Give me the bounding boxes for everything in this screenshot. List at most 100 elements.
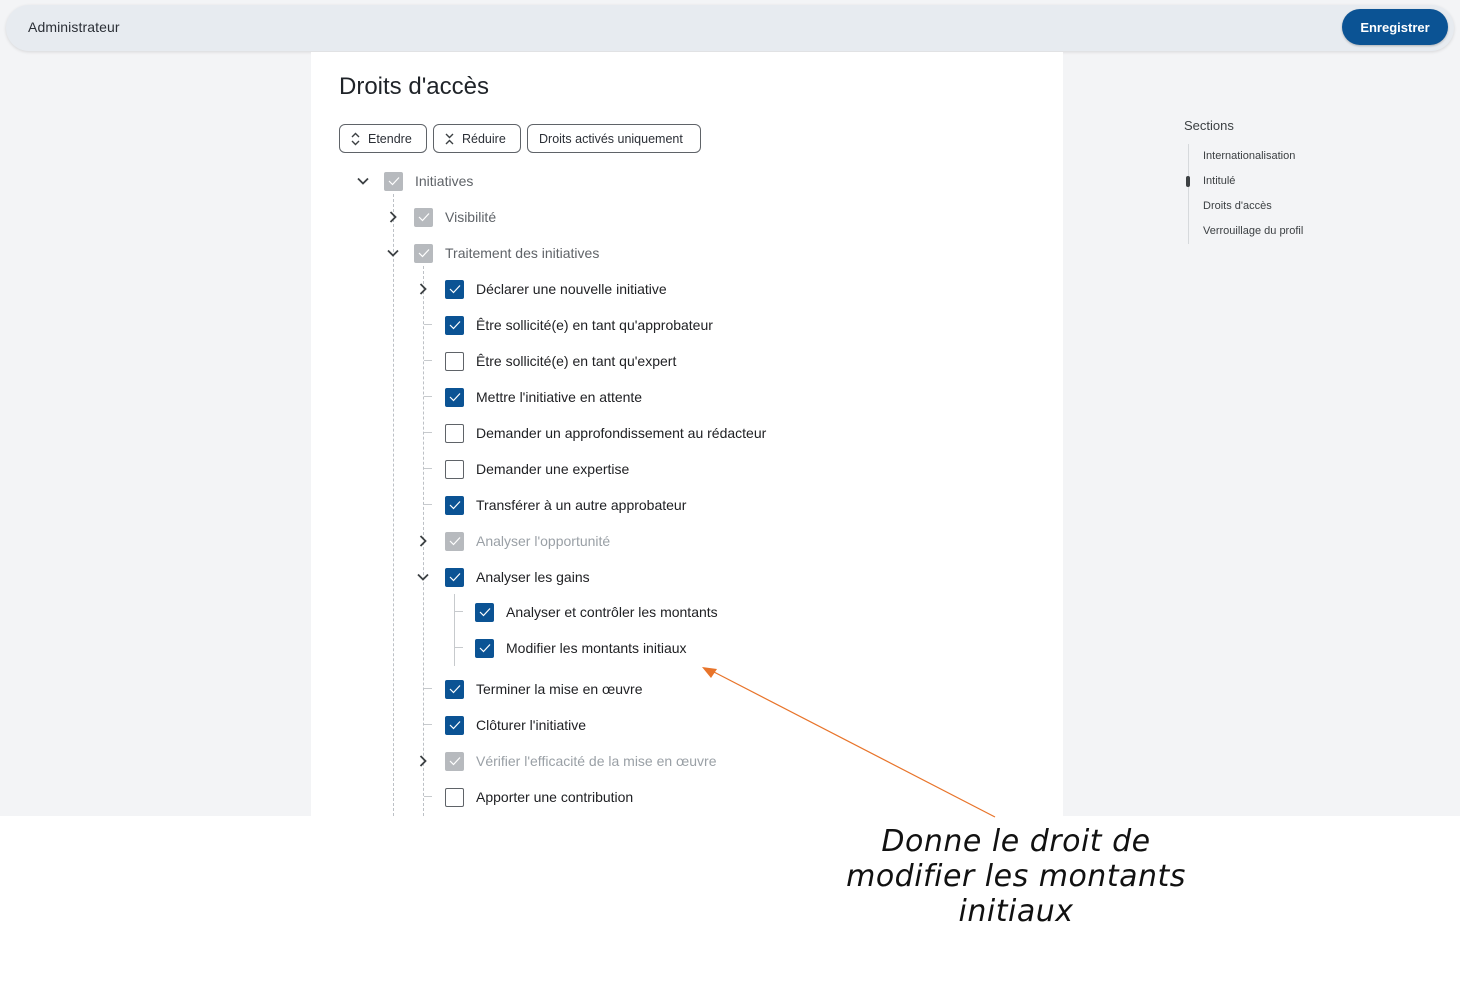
collapse-button[interactable]: Réduire — [433, 124, 521, 153]
tree-item-label: Initiatives — [415, 173, 474, 189]
tree-item: Analyser l'opportunité — [445, 529, 610, 553]
tree-item-checkbox[interactable] — [414, 243, 433, 263]
tree-item-checkbox[interactable] — [414, 207, 433, 227]
tree-item: Demander une expertise — [445, 457, 629, 481]
tree-item-label: Analyser les gains — [476, 569, 590, 585]
tree-item-label: Déclarer une nouvelle initiative — [476, 281, 667, 297]
check-icon — [418, 213, 429, 222]
tree-item-label: Analyser et contrôler les montants — [506, 604, 718, 620]
tree-item-label: Transférer à un autre approbateur — [476, 497, 687, 513]
chevron-right-icon[interactable] — [416, 534, 430, 548]
chevron-down-icon[interactable] — [386, 246, 400, 260]
tree-tick — [424, 688, 432, 689]
annotation-line-1: Donne le droit de — [881, 824, 1151, 859]
collapse-label: Réduire — [462, 131, 506, 146]
tree-item-checkbox[interactable] — [384, 171, 403, 191]
tree-item: Traitement des initiatives — [414, 241, 599, 265]
tree-item: Analyser les gains — [445, 565, 590, 589]
tree-item: Apporter une contribution — [445, 785, 633, 809]
expand-label: Etendre — [368, 131, 412, 146]
tree-item-checkbox[interactable] — [475, 638, 494, 658]
tree-item: Terminer la mise en œuvre — [445, 677, 643, 701]
tree-tick — [424, 724, 432, 725]
chevron-down-icon[interactable] — [416, 570, 430, 584]
check-icon — [388, 177, 399, 186]
tree-item: Clôturer l'initiative — [445, 713, 586, 737]
tree-item-label: Demander une expertise — [476, 461, 630, 477]
chevron-down-icon[interactable] — [356, 174, 370, 188]
tree-item-checkbox[interactable] — [445, 315, 464, 335]
tree-item-label: Clôturer l'initiative — [476, 717, 587, 733]
tree-item-label: Vérifier l'efficacité de la mise en œuvr… — [476, 753, 717, 769]
check-icon — [449, 285, 460, 294]
top-bar: Administrateur Enregistrer — [6, 5, 1454, 51]
annotation-line-2: modifier les montants — [846, 859, 1186, 894]
tree-item-label: Terminer la mise en œuvre — [476, 681, 643, 697]
tree-item: Initiatives — [384, 169, 473, 193]
tree-item-label: Mettre l'initiative en attente — [476, 389, 643, 405]
check-icon — [479, 608, 490, 617]
collapse-icon — [445, 133, 454, 144]
sections-heading: Sections — [1184, 118, 1234, 133]
sections-active-indicator — [1186, 176, 1190, 187]
active-rights-only-button[interactable]: Droits activés uniquement — [527, 124, 701, 153]
chevron-right-icon[interactable] — [386, 210, 400, 224]
section-link-intitule[interactable]: Intitulé — [1203, 175, 1235, 187]
tree-item-label: Être sollicité(e) en tant qu'expert — [476, 353, 677, 369]
tree-item-checkbox[interactable] — [445, 279, 464, 299]
tree-item-checkbox[interactable] — [445, 423, 464, 443]
tree-item-checkbox[interactable] — [445, 679, 464, 699]
expand-icon — [351, 132, 360, 145]
page-title: Droits d'accès — [339, 73, 489, 100]
annotation-line-3: initiaux — [958, 894, 1074, 929]
tree-item-checkbox[interactable] — [445, 387, 464, 407]
check-icon — [449, 721, 460, 730]
tree-item-checkbox[interactable] — [445, 715, 464, 735]
tree-tick — [424, 504, 432, 505]
tree-item-checkbox[interactable] — [445, 459, 464, 479]
tree-item-checkbox[interactable] — [445, 787, 464, 807]
tree-tick — [455, 611, 463, 612]
tree-item: Demander un approfondissement au rédacte… — [445, 421, 766, 445]
tree-item: Transférer à un autre approbateur — [445, 493, 686, 517]
chevron-right-icon[interactable] — [416, 282, 430, 296]
check-icon — [479, 644, 490, 653]
tree-item-checkbox[interactable] — [445, 351, 464, 371]
check-icon — [449, 501, 460, 510]
save-button[interactable]: Enregistrer — [1342, 9, 1448, 45]
annotation-text: Donne le droit de modifier les montants … — [836, 824, 1196, 929]
tree-item: Être sollicité(e) en tant qu'expert — [445, 349, 676, 373]
tree-item: Visibilité — [414, 205, 496, 229]
tree-tick — [424, 396, 432, 397]
tree-tick — [424, 324, 432, 325]
tree-item-checkbox[interactable] — [475, 602, 494, 622]
sections-rail — [1188, 144, 1189, 244]
check-icon — [418, 249, 429, 258]
active-rights-only-label: Droits activés uniquement — [539, 131, 683, 146]
section-link-internationalisation[interactable]: Internationalisation — [1203, 150, 1295, 162]
tree-line-level1 — [393, 194, 394, 816]
chevron-right-icon[interactable] — [416, 754, 430, 768]
app-title: Administrateur — [28, 19, 120, 35]
check-icon — [449, 393, 460, 402]
expand-button[interactable]: Etendre — [339, 124, 427, 153]
tree-item-label: Être sollicité(e) en tant qu'approbateur — [476, 317, 713, 333]
content-panel: Droits d'accès Etendre Réduire Droits ac… — [311, 52, 1063, 816]
tree-tick — [424, 796, 432, 797]
tree-item-label: Traitement des initiatives — [445, 245, 600, 261]
tree-item: Analyser et contrôler les montants — [475, 600, 718, 624]
tree-item: Être sollicité(e) en tant qu'approbateur — [445, 313, 713, 337]
tree-tick — [455, 647, 463, 648]
tree-item-checkbox[interactable] — [445, 567, 464, 587]
tree-item-label: Demander un approfondissement au rédacte… — [476, 425, 767, 441]
tree-item-checkbox[interactable] — [445, 495, 464, 515]
check-icon — [449, 757, 460, 766]
sections-nav: Sections — [1184, 118, 1234, 147]
tree-item-checkbox — [445, 751, 464, 771]
tree-tick — [424, 468, 432, 469]
tree-item: Modifier les montants initiaux — [475, 636, 687, 660]
tree-item-checkbox — [445, 531, 464, 551]
section-link-verrouillage-profil[interactable]: Verrouillage du profil — [1203, 225, 1303, 237]
tree-item-label: Visibilité — [445, 209, 497, 225]
section-link-droits-acces[interactable]: Droits d'accès — [1203, 200, 1272, 212]
